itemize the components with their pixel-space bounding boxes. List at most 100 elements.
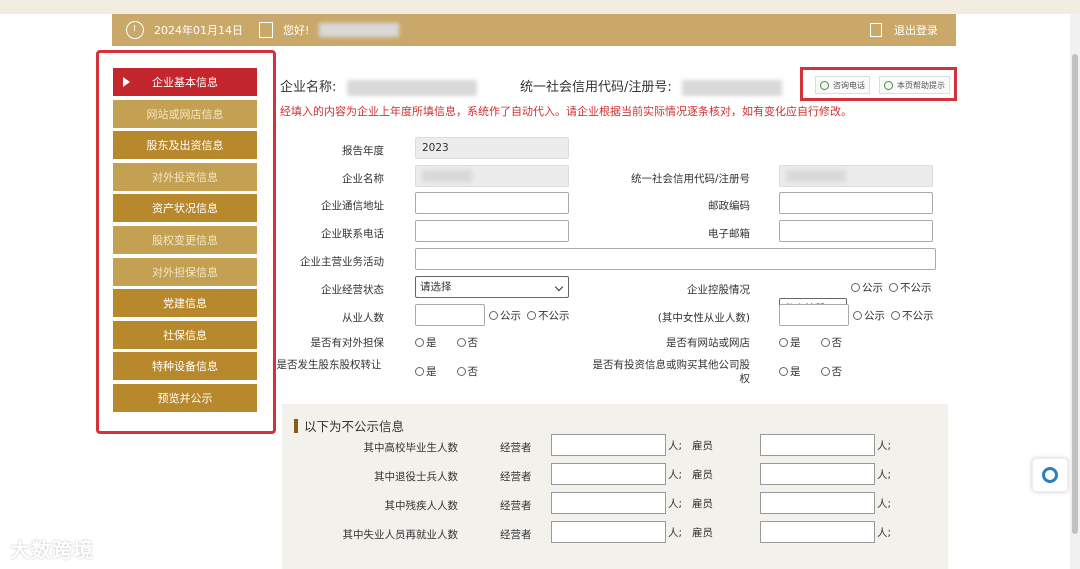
nonpublic-row-label: 其中失业人员再就业人数 xyxy=(342,529,459,541)
sidebar-item-label: 党建信息 xyxy=(163,297,207,311)
sidebar-item-label: 对外投资信息 xyxy=(152,170,218,184)
credit-code-heading: 统一社会信用代码/注册号: xyxy=(520,76,782,96)
sidebar-menu: 企业基本信息 网站或网店信息 股东及出资信息 对外投资信息资产状况信息股权变更信息对外… xyxy=(113,68,257,416)
operator-count-input[interactable] xyxy=(551,521,666,543)
employees-visibility: 公示 不公示 xyxy=(489,308,576,323)
operator-label: 经营者 xyxy=(500,529,532,541)
redacted-company-name xyxy=(346,79,477,96)
operator-count-input[interactable] xyxy=(551,434,666,456)
website-label: 是否有网站或网店 xyxy=(666,337,750,349)
sidebar-item-7[interactable]: 党建信息 xyxy=(113,289,257,318)
sidebar-item-8[interactable]: 社保信息 xyxy=(113,320,257,349)
credit-code-label: 统一社会信用代码/注册号 xyxy=(630,173,750,185)
sidebar-item-label: 股权变更信息 xyxy=(152,233,218,247)
operator-unit: 人; xyxy=(668,527,683,539)
female-employees-label: (其中女性从业人数) xyxy=(657,312,750,324)
transfer-options: 是否 xyxy=(415,364,484,379)
sidebar-item-4[interactable]: 资产状况信息 xyxy=(113,194,257,223)
transfer-yes-radio[interactable]: 是 xyxy=(415,364,437,379)
employees-input[interactable] xyxy=(415,304,485,326)
email-label: 电子邮箱 xyxy=(708,228,750,240)
holding-label: 企业控股情况 xyxy=(687,284,750,296)
phone-icon xyxy=(820,80,829,90)
redacted-credit-code xyxy=(681,79,782,96)
sidebar-item-label: 企业基本信息 xyxy=(152,76,218,89)
operator-unit: 人; xyxy=(668,440,683,452)
employee-count-input[interactable] xyxy=(760,492,875,514)
address-input[interactable] xyxy=(415,192,569,214)
female-visibility: 公示 不公示 xyxy=(853,308,940,323)
employees-label: 从业人数 xyxy=(342,312,384,324)
employees-public-radio[interactable]: 公示 xyxy=(489,308,521,323)
website-yes-radio[interactable]: 是 xyxy=(779,335,801,350)
page-help-button[interactable]: 本页帮助提示 xyxy=(879,76,950,94)
floating-assistant-button[interactable] xyxy=(1032,458,1068,492)
header-bar: 2024年01月14日 您好! 退出登录 xyxy=(112,14,956,46)
operator-label: 经营者 xyxy=(500,500,532,512)
company-name-label: 企业名称 xyxy=(342,173,384,185)
report-year-field: 2023 xyxy=(415,137,569,159)
sidebar-item-6[interactable]: 对外担保信息 xyxy=(113,257,257,286)
logout-button[interactable]: 退出登录 xyxy=(870,22,938,38)
nonpublic-row-label: 其中高校毕业生人数 xyxy=(363,442,459,454)
invest-yes-radio[interactable]: 是 xyxy=(779,364,801,379)
employee-unit: 人; xyxy=(877,498,892,510)
operator-label: 经营者 xyxy=(500,471,532,483)
header-greeting: 您好! xyxy=(283,24,310,37)
sidebar-item-0[interactable]: 企业基本信息 xyxy=(113,68,257,96)
holding-public-radio[interactable]: 公示 xyxy=(851,280,883,295)
female-nonpublic-radio[interactable]: 不公示 xyxy=(891,308,934,323)
employees-nonpublic-radio[interactable]: 不公示 xyxy=(527,308,570,323)
employee-label: 雇员 xyxy=(692,440,713,452)
sidebar-item-label: 网站或网店信息 xyxy=(146,107,224,121)
female-employees-input[interactable] xyxy=(779,304,849,326)
sidebar-item-9[interactable]: 特种设备信息 xyxy=(113,352,257,381)
sidebar-item-2[interactable]: 股东及出资信息 xyxy=(113,131,257,160)
credit-code-field xyxy=(779,165,933,187)
watermark: 大数跨境 xyxy=(10,538,94,562)
employee-unit: 人; xyxy=(877,469,892,481)
transfer-no-radio[interactable]: 否 xyxy=(456,364,478,379)
status-select[interactable]: 请选择 xyxy=(415,276,569,298)
operator-label: 经营者 xyxy=(500,442,532,454)
female-public-radio[interactable]: 公示 xyxy=(853,308,885,323)
active-arrow-icon xyxy=(123,77,130,87)
scrollbar[interactable] xyxy=(1070,14,1080,569)
operator-count-input[interactable] xyxy=(551,492,666,514)
transfer-label: 是否发生股东股权转让 xyxy=(276,359,382,371)
sidebar-item-label: 特种设备信息 xyxy=(152,360,218,374)
status-label: 企业经营状态 xyxy=(321,284,384,296)
phone-label: 企业联系电话 xyxy=(321,228,384,240)
logout-icon xyxy=(870,23,882,37)
website-no-radio[interactable]: 否 xyxy=(820,335,842,350)
postcode-input[interactable] xyxy=(779,192,933,214)
consult-phone-button[interactable]: 咨询电话 xyxy=(815,76,870,94)
guarantee-no-radio[interactable]: 否 xyxy=(456,335,478,350)
operator-unit: 人; xyxy=(668,469,683,481)
guarantee-yes-radio[interactable]: 是 xyxy=(415,335,437,350)
business-input[interactable] xyxy=(415,248,936,270)
guarantee-label: 是否有对外担保 xyxy=(310,337,385,349)
operator-count-input[interactable] xyxy=(551,463,666,485)
employee-count-input[interactable] xyxy=(760,434,875,456)
guarantee-options: 是否 xyxy=(415,335,484,350)
sidebar-item-label: 股东及出资信息 xyxy=(146,139,224,153)
employee-count-input[interactable] xyxy=(760,521,875,543)
employee-count-input[interactable] xyxy=(760,463,875,485)
holding-visibility: 公示 不公示 xyxy=(851,280,938,295)
sidebar-item-3[interactable]: 对外投资信息 xyxy=(113,162,257,191)
employee-unit: 人; xyxy=(877,527,892,539)
logout-label: 退出登录 xyxy=(894,24,938,37)
sidebar-item-10[interactable]: 预览并公示 xyxy=(113,383,257,412)
sidebar-item-1[interactable]: 网站或网店信息 xyxy=(113,99,257,128)
company-name-heading: 企业名称: xyxy=(280,76,477,96)
phone-input[interactable] xyxy=(415,220,569,242)
employee-label: 雇员 xyxy=(692,498,713,510)
sidebar-item-5[interactable]: 股权变更信息 xyxy=(113,225,257,254)
holding-nonpublic-radio[interactable]: 不公示 xyxy=(889,280,932,295)
sidebar-item-label: 社保信息 xyxy=(163,328,207,342)
website-options: 是否 xyxy=(779,335,848,350)
email-input[interactable] xyxy=(779,220,933,242)
header-date: 2024年01月14日 xyxy=(154,24,243,37)
invest-no-radio[interactable]: 否 xyxy=(820,364,842,379)
